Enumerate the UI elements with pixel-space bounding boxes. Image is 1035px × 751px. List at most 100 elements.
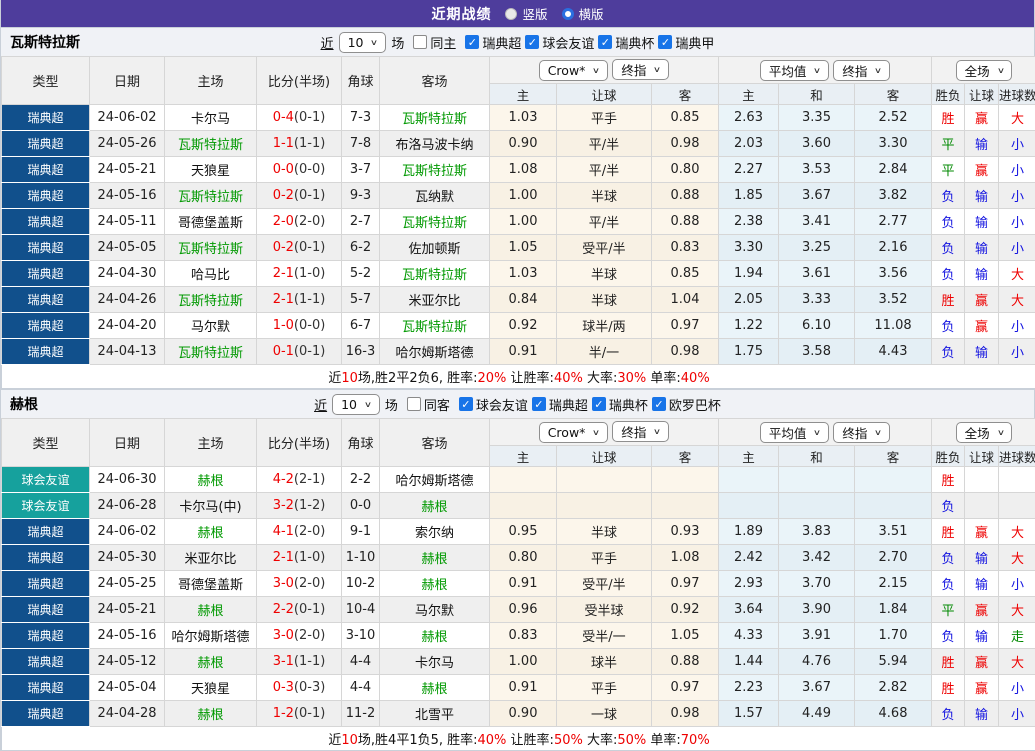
away-team-link[interactable]: 赫根 xyxy=(421,682,447,697)
avg-source-select[interactable]: 平均值∨ xyxy=(760,422,829,443)
same-venue-filter[interactable]: 同主 xyxy=(413,33,456,52)
crow-final-select[interactable]: 终指∨ xyxy=(612,421,669,442)
league-filter-item[interactable]: ✓ 瑞典超 xyxy=(465,33,521,52)
checkbox-checked-icon[interactable]: ✓ xyxy=(652,397,666,411)
avg-final-select[interactable]: 终指∨ xyxy=(833,60,890,81)
away-team-link[interactable]: 瓦斯特拉斯 xyxy=(402,268,467,283)
checkbox-checked-icon[interactable]: ✓ xyxy=(525,35,539,49)
away-team-link[interactable]: 米亚尔比 xyxy=(408,294,460,309)
checkbox-checked-icon[interactable]: ✓ xyxy=(465,35,479,49)
away-team-link[interactable]: 瓦斯特拉斯 xyxy=(402,320,467,335)
home-team-link[interactable]: 瓦斯特拉斯 xyxy=(178,190,243,205)
same-venue-filter[interactable]: 同客 xyxy=(407,395,450,414)
away-team-link[interactable]: 布洛马波卡纳 xyxy=(395,138,473,153)
league-filter-label[interactable]: 球会友谊 xyxy=(476,395,528,414)
league-filter-label[interactable]: 瑞典杯 xyxy=(615,33,654,52)
away-team-link[interactable]: 北雪平 xyxy=(415,708,454,723)
near-link[interactable]: 近 xyxy=(314,395,327,414)
checkbox-checked-icon[interactable]: ✓ xyxy=(658,35,672,49)
league-filter-label[interactable]: 瑞典甲 xyxy=(675,33,714,52)
league-filter-label[interactable]: 球会友谊 xyxy=(542,33,594,52)
league-filter-label[interactable]: 瑞典超 xyxy=(549,395,588,414)
home-team-link[interactable]: 瓦斯特拉斯 xyxy=(178,138,243,153)
league-filter-item[interactable]: ✓ 瑞典超 xyxy=(532,395,588,414)
away-team-link[interactable]: 哈尔姆斯塔德 xyxy=(395,474,473,489)
near-link[interactable]: 近 xyxy=(321,33,334,52)
home-team-link[interactable]: 哈尔姆斯塔德 xyxy=(171,630,249,645)
league-link[interactable]: 瑞典超 xyxy=(27,681,63,695)
checkbox-unchecked-icon[interactable] xyxy=(407,397,421,411)
home-team-link[interactable]: 瓦斯特拉斯 xyxy=(178,294,243,309)
league-filter-item[interactable]: ✓ 欧罗巴杯 xyxy=(652,395,721,414)
home-team-link[interactable]: 赫根 xyxy=(197,656,223,671)
home-team-link[interactable]: 天狼星 xyxy=(191,682,230,697)
away-team-link[interactable]: 赫根 xyxy=(421,500,447,515)
layout-radio-horizontal[interactable]: 横版 xyxy=(562,4,604,23)
league-link[interactable]: 球会友谊 xyxy=(21,473,69,487)
away-team-link[interactable]: 哈尔姆斯塔德 xyxy=(395,346,473,361)
home-team-link[interactable]: 赫根 xyxy=(197,474,223,489)
away-team-link[interactable]: 瓦纳默 xyxy=(415,190,454,205)
away-team-link[interactable]: 马尔默 xyxy=(415,604,454,619)
league-link[interactable]: 瑞典超 xyxy=(27,241,63,255)
league-link[interactable]: 瑞典超 xyxy=(27,137,63,151)
away-team-link[interactable]: 赫根 xyxy=(421,552,447,567)
home-team-link[interactable]: 哈马比 xyxy=(191,268,230,283)
home-team-link[interactable]: 哥德堡盖斯 xyxy=(178,216,243,231)
league-link[interactable]: 瑞典超 xyxy=(27,293,63,307)
checkbox-checked-icon[interactable]: ✓ xyxy=(598,35,612,49)
league-link[interactable]: 瑞典超 xyxy=(27,189,63,203)
league-link[interactable]: 瑞典超 xyxy=(27,655,63,669)
league-link[interactable]: 瑞典超 xyxy=(27,345,63,359)
league-filter-item[interactable]: ✓ 瑞典杯 xyxy=(598,33,654,52)
league-link[interactable]: 瑞典超 xyxy=(27,707,63,721)
away-team-link[interactable]: 瓦斯特拉斯 xyxy=(402,164,467,179)
league-filter-label[interactable]: 瑞典杯 xyxy=(609,395,648,414)
home-team-link[interactable]: 天狼星 xyxy=(191,164,230,179)
home-team-link[interactable]: 卡尔马 xyxy=(191,112,230,127)
away-team-link[interactable]: 佐加顿斯 xyxy=(408,242,460,257)
league-link[interactable]: 瑞典超 xyxy=(27,525,63,539)
home-team-link[interactable]: 瓦斯特拉斯 xyxy=(178,346,243,361)
crow-company-select[interactable]: Crow*∨ xyxy=(539,60,609,81)
league-link[interactable]: 瑞典超 xyxy=(27,163,63,177)
home-team-link[interactable]: 赫根 xyxy=(197,526,223,541)
league-link[interactable]: 瑞典超 xyxy=(27,603,63,617)
league-link[interactable]: 瑞典超 xyxy=(27,629,63,643)
home-team-link[interactable]: 哥德堡盖斯 xyxy=(178,578,243,593)
league-filter-item[interactable]: ✓ 瑞典杯 xyxy=(592,395,648,414)
league-link[interactable]: 瑞典超 xyxy=(27,215,63,229)
radio-unselected-icon[interactable] xyxy=(505,8,517,20)
home-team-link[interactable]: 卡尔马(中) xyxy=(179,500,241,515)
away-team-link[interactable]: 瓦斯特拉斯 xyxy=(402,112,467,127)
league-filter-item[interactable]: ✓ 瑞典甲 xyxy=(658,33,714,52)
league-link[interactable]: 瑞典超 xyxy=(27,551,63,565)
away-team-link[interactable]: 卡尔马 xyxy=(415,656,454,671)
away-team-link[interactable]: 赫根 xyxy=(421,578,447,593)
league-filter-label[interactable]: 瑞典超 xyxy=(482,33,521,52)
radio-selected-icon[interactable] xyxy=(562,8,574,20)
league-filter-item[interactable]: ✓ 球会友谊 xyxy=(459,395,528,414)
home-team-link[interactable]: 马尔默 xyxy=(191,320,230,335)
league-filter-item[interactable]: ✓ 球会友谊 xyxy=(525,33,594,52)
league-link[interactable]: 瑞典超 xyxy=(27,111,63,125)
league-link[interactable]: 瑞典超 xyxy=(27,267,63,281)
crow-final-select[interactable]: 终指∨ xyxy=(612,59,669,80)
home-team-link[interactable]: 赫根 xyxy=(197,708,223,723)
scope-select[interactable]: 全场∨ xyxy=(956,422,1013,443)
avg-source-select[interactable]: 平均值∨ xyxy=(760,60,829,81)
away-team-link[interactable]: 索尔纳 xyxy=(415,526,454,541)
checkbox-checked-icon[interactable]: ✓ xyxy=(459,397,473,411)
home-team-link[interactable]: 米亚尔比 xyxy=(184,552,236,567)
match-count-select[interactable]: 10 ∨ xyxy=(332,394,380,415)
avg-final-select[interactable]: 终指∨ xyxy=(833,422,890,443)
home-team-link[interactable]: 瓦斯特拉斯 xyxy=(178,242,243,257)
league-link[interactable]: 瑞典超 xyxy=(27,577,63,591)
league-link[interactable]: 瑞典超 xyxy=(27,319,63,333)
scope-select[interactable]: 全场∨ xyxy=(956,60,1013,81)
checkbox-unchecked-icon[interactable] xyxy=(413,35,427,49)
checkbox-checked-icon[interactable]: ✓ xyxy=(592,397,606,411)
match-count-select[interactable]: 10 ∨ xyxy=(339,32,387,53)
away-team-link[interactable]: 赫根 xyxy=(421,630,447,645)
crow-company-select[interactable]: Crow*∨ xyxy=(539,422,609,443)
